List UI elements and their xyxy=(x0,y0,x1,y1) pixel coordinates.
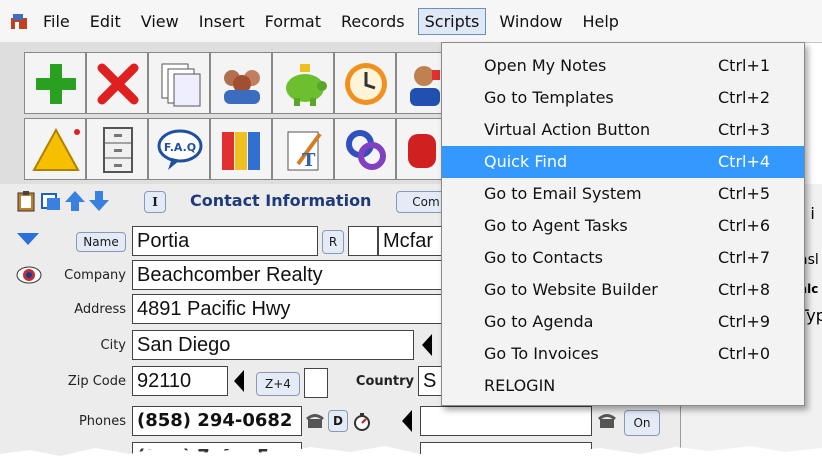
menu-scripts[interactable]: Scripts xyxy=(417,7,487,35)
menu-format[interactable]: Format xyxy=(258,8,328,35)
phone-arrow-icon[interactable] xyxy=(402,410,412,432)
binders-icon xyxy=(222,132,260,170)
zip-code-label: Zip Code xyxy=(67,374,126,389)
script-go-to-agenda[interactable]: Go to Agenda Ctrl+9 xyxy=(442,306,804,338)
country-label: Country xyxy=(355,374,414,389)
name-button[interactable]: Name xyxy=(76,232,126,252)
menu-help[interactable]: Help xyxy=(575,8,625,35)
app-icon xyxy=(11,14,27,29)
phone-icon[interactable] xyxy=(306,412,324,430)
filing-cabinet-icon xyxy=(103,127,133,173)
city-arrow-icon[interactable] xyxy=(422,334,432,356)
documents-icon xyxy=(161,63,201,107)
clock-icon xyxy=(345,63,387,105)
menu-view[interactable]: View xyxy=(134,8,186,35)
script-go-to-invoices[interactable]: Go To Invoices Ctrl+0 xyxy=(442,338,804,370)
edit-text-icon: T xyxy=(287,131,322,171)
middle-initial-field[interactable] xyxy=(348,226,378,256)
delete-button[interactable] xyxy=(86,52,148,114)
d-button[interactable]: D xyxy=(328,410,348,432)
second-phone-icon[interactable] xyxy=(598,412,616,430)
city-label: City xyxy=(100,338,126,353)
agent-button[interactable] xyxy=(396,52,442,114)
menu-window[interactable]: Window xyxy=(492,8,569,35)
form-header: I Contact Information Com xyxy=(0,184,456,218)
zip-plus-four-button[interactable]: Z+4 xyxy=(256,372,300,396)
people-button[interactable] xyxy=(210,52,272,114)
piggy-bank-icon xyxy=(286,64,327,106)
menu-file[interactable]: File xyxy=(36,8,77,35)
company-field[interactable]: Beachcomber Realty xyxy=(132,260,452,290)
phones-label: Phones xyxy=(78,414,126,429)
delete-icon xyxy=(97,63,139,105)
company-label: Company xyxy=(64,268,126,283)
svg-text:F.A.Q: F.A.Q xyxy=(164,141,196,154)
filing-cabinet-button[interactable] xyxy=(86,118,148,180)
eye-icon[interactable] xyxy=(16,266,42,284)
chain-link-icon xyxy=(346,130,386,170)
app-window: File Edit View Insert Format Records Scr… xyxy=(0,0,822,475)
faq-icon: F.A.Q xyxy=(157,129,203,170)
zip-check-box[interactable] xyxy=(304,368,328,398)
script-go-to-templates[interactable]: Go to Templates Ctrl+2 xyxy=(442,82,804,114)
binders-button[interactable] xyxy=(210,118,272,180)
address-field[interactable]: 4891 Pacific Hwy xyxy=(132,294,452,324)
people-icon xyxy=(224,70,260,104)
scripts-menu-dropdown: Open My Notes Ctrl+1 Go to Templates Ctrl+… xyxy=(441,42,805,406)
script-open-my-notes[interactable]: Open My Notes Ctrl+1 xyxy=(442,50,804,82)
clipboard-icon[interactable] xyxy=(16,190,36,212)
menu-records[interactable]: Records xyxy=(334,8,412,35)
r-button[interactable]: R xyxy=(322,230,344,254)
menu-edit[interactable]: Edit xyxy=(83,8,128,35)
arrow-down-icon[interactable] xyxy=(88,189,110,213)
script-go-to-website-builder[interactable]: Go to Website Builder Ctrl+8 xyxy=(442,274,804,306)
phone-field[interactable]: (858) 294-0682 xyxy=(132,406,302,436)
clock-button[interactable] xyxy=(334,52,396,114)
script-go-to-email-system[interactable]: Go to Email System Ctrl+5 xyxy=(442,178,804,210)
script-virtual-action-button[interactable]: Virtual Action Button Ctrl+3 xyxy=(442,114,804,146)
stopwatch-icon[interactable] xyxy=(352,412,372,432)
edit-text-button[interactable]: T xyxy=(272,118,334,180)
triangle-down-icon[interactable] xyxy=(16,232,40,246)
on-button[interactable]: On xyxy=(624,410,660,436)
address-label: Address xyxy=(74,302,126,317)
warning-icon xyxy=(32,127,80,171)
city-field[interactable]: San Diego xyxy=(132,330,414,360)
add-button[interactable] xyxy=(24,52,86,114)
zip-arrow-icon[interactable] xyxy=(234,370,244,392)
section-title: Contact Information xyxy=(190,191,372,210)
documents-button[interactable] xyxy=(148,52,210,114)
red-object-button[interactable] xyxy=(396,118,442,180)
piggy-bank-button[interactable] xyxy=(272,52,334,114)
menu-insert[interactable]: Insert xyxy=(192,8,252,35)
last-name-field[interactable]: Mcfar xyxy=(378,226,442,256)
svg-text:T: T xyxy=(302,150,316,171)
add-icon xyxy=(36,64,76,104)
folder-copy-icon[interactable] xyxy=(40,190,62,212)
torn-edge-decoration xyxy=(0,446,822,475)
faq-button[interactable]: F.A.Q xyxy=(148,118,210,180)
chain-link-button[interactable] xyxy=(334,118,396,180)
arrow-up-icon[interactable] xyxy=(64,189,86,213)
zip-code-field[interactable]: 92110 xyxy=(132,366,228,396)
script-go-to-contacts[interactable]: Go to Contacts Ctrl+7 xyxy=(442,242,804,274)
first-name-field[interactable]: Portia xyxy=(132,226,318,256)
script-quick-find[interactable]: Quick Find Ctrl+4 xyxy=(442,146,804,178)
warning-button[interactable] xyxy=(24,118,86,180)
info-button[interactable]: I xyxy=(144,191,166,213)
second-phone-field[interactable] xyxy=(420,406,592,436)
script-go-to-agent-tasks[interactable]: Go to Agent Tasks Ctrl+6 xyxy=(442,210,804,242)
menu-bar: File Edit View Insert Format Records Scr… xyxy=(0,0,822,43)
script-relogin[interactable]: RELOGIN xyxy=(442,370,804,402)
icon-toolbar: F.A.Q T xyxy=(0,42,450,185)
